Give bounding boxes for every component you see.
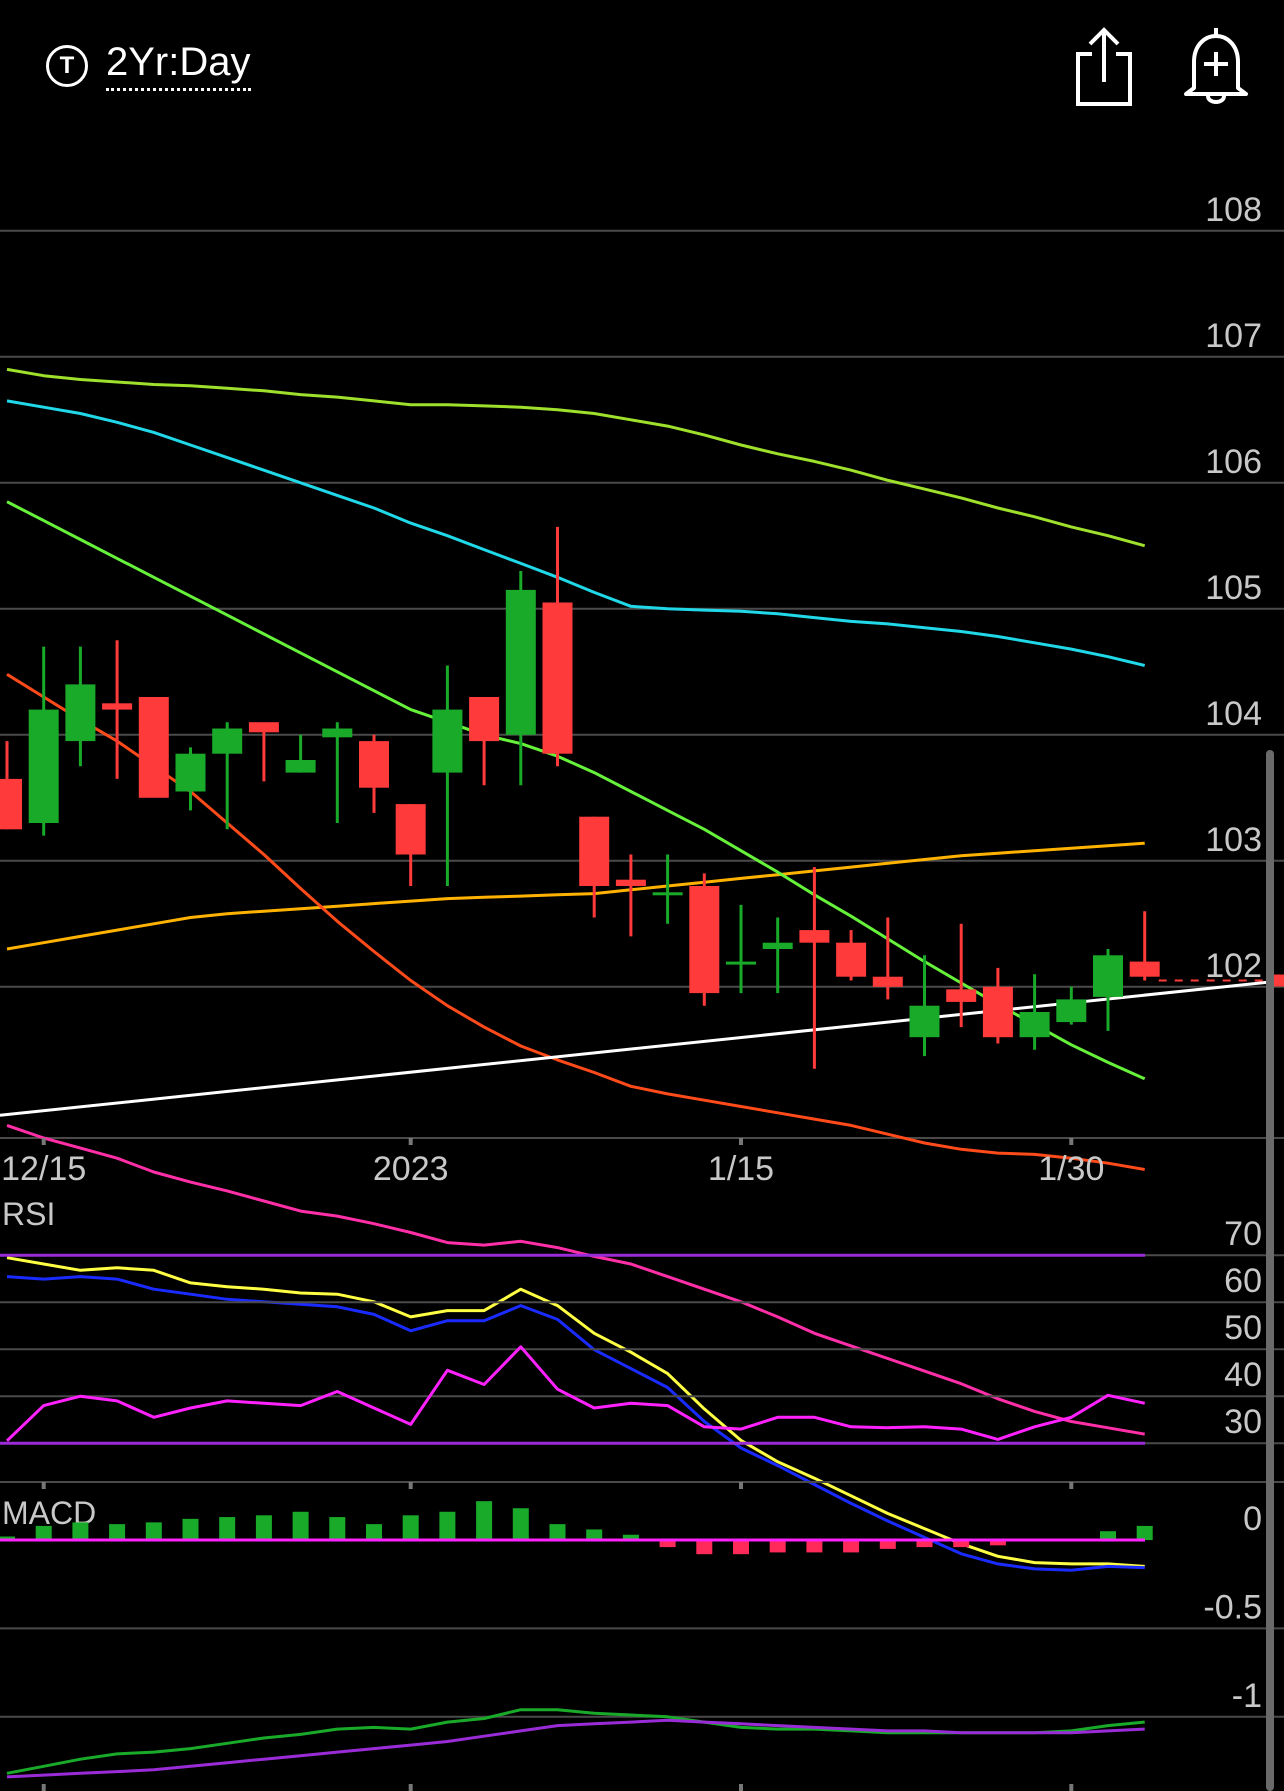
candle-body: [542, 602, 573, 754]
macd-tick-label: -1: [1232, 1677, 1262, 1715]
candle-body: [799, 930, 830, 943]
candle-body: [1129, 961, 1160, 977]
candle-body: [1056, 999, 1087, 1023]
macd-line: [6, 1708, 1145, 1775]
candle-body: [946, 989, 977, 1002]
candle-body: [175, 753, 206, 792]
price-tick-label: 107: [1205, 317, 1262, 355]
macd-histogram-bar: [439, 1511, 456, 1541]
rsi-tick-label: 50: [1224, 1309, 1262, 1347]
candle-body: [579, 816, 610, 886]
price-tick-label: 106: [1205, 443, 1262, 481]
x-axis-label: 2023: [373, 1150, 449, 1188]
candle-body: [505, 589, 536, 735]
moving-average-line: [6, 399, 1146, 667]
candle-body: [102, 703, 133, 710]
rsi-line: [5, 1345, 1146, 1442]
candle-body: [248, 722, 279, 733]
macd-histogram-bar: [182, 1518, 199, 1541]
macd-histogram-bar: [733, 1540, 749, 1555]
macd-tick-label: -0.5: [1203, 1588, 1262, 1626]
macd-histogram-bar: [806, 1540, 823, 1553]
candle-body: [1093, 955, 1123, 997]
candle-body: [285, 760, 316, 773]
candle-body: [836, 942, 867, 977]
candle-body: [652, 892, 683, 896]
candle-body: [872, 976, 903, 987]
candle-body: [909, 1005, 940, 1038]
price-tick-label: 104: [1205, 695, 1262, 733]
candle-body: [615, 879, 646, 886]
macd-histogram-bar: [329, 1517, 346, 1541]
x-axis-label: 12/15: [1, 1150, 86, 1188]
macd-histogram-bar: [145, 1522, 162, 1541]
macd-histogram-bar: [402, 1515, 419, 1541]
price-tick-label: 108: [1205, 191, 1262, 229]
candle-body: [359, 741, 389, 788]
rsi-tick-label: 70: [1224, 1215, 1262, 1253]
macd-histogram-bar: [72, 1522, 89, 1541]
candle-body: [1019, 1012, 1050, 1038]
macd-histogram-bar: [219, 1517, 236, 1541]
macd-histogram-bar: [35, 1525, 52, 1541]
macd-histogram-bar: [843, 1540, 860, 1553]
stock-chart[interactable]: 108 107 106 105 104 103 102 12/15 2023 1/15 1/30 RS…: [0, 0, 1284, 1791]
candle-body: [28, 709, 59, 823]
rsi-tick-label: 30: [1224, 1403, 1262, 1441]
rsi-title: RSI: [2, 1196, 55, 1232]
candle-body: [138, 697, 169, 798]
candle-body: [65, 684, 96, 742]
macd-tick-label: 0: [1243, 1500, 1262, 1538]
macd-histogram-bar: [512, 1508, 529, 1541]
macd-histogram-bar: [696, 1540, 713, 1555]
candle-body: [212, 728, 243, 754]
candle-body: [0, 778, 22, 830]
x-axis-label: 1/30: [1038, 1150, 1104, 1188]
candle-body: [726, 961, 756, 965]
chart-scrollbar[interactable]: [1266, 750, 1274, 1791]
moving-average-line: [6, 367, 1146, 548]
price-tick-label: 105: [1205, 569, 1262, 607]
support-trendline: [0, 979, 1284, 1117]
macd-histogram-bar: [549, 1524, 566, 1541]
rsi-tick-label: 60: [1224, 1262, 1262, 1300]
candle-body: [432, 709, 463, 773]
macd-histogram-bar: [586, 1529, 603, 1541]
price-tick-label: 102: [1205, 947, 1262, 985]
candle-body: [395, 804, 426, 855]
price-tick-label: 103: [1205, 821, 1262, 859]
candle-body: [762, 942, 793, 949]
macd-histogram-bar: [769, 1540, 786, 1553]
macd-histogram-bar: [366, 1524, 382, 1541]
macd-histogram-bar: [1136, 1525, 1153, 1541]
moving-average-line: [6, 841, 1145, 951]
x-axis-label: 1/15: [708, 1150, 774, 1188]
candle-body: [469, 697, 500, 742]
candle-body: [689, 886, 720, 994]
candle-body: [982, 986, 1013, 1038]
macd-histogram-bar: [109, 1524, 126, 1541]
candle-body: [322, 728, 353, 738]
macd-histogram-bar: [255, 1515, 272, 1541]
rsi-tick-label: 40: [1224, 1356, 1262, 1394]
macd-histogram-bar: [476, 1501, 493, 1541]
macd-histogram-bar: [292, 1511, 309, 1541]
